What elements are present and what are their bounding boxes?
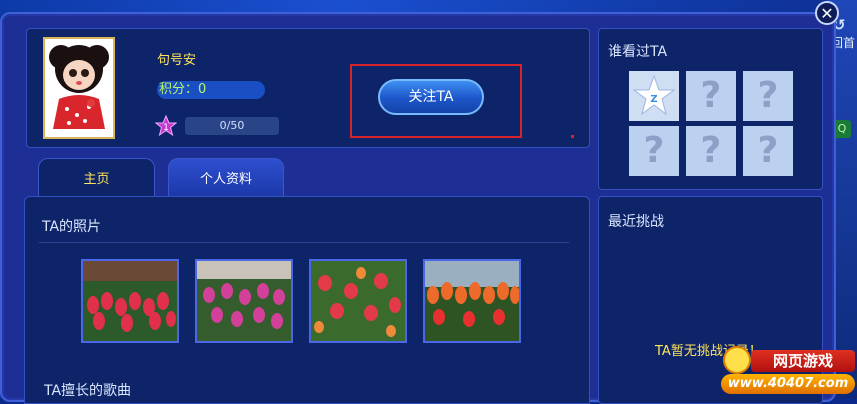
- level-star-icon: 1: [154, 114, 178, 137]
- user-profile-dialog: 句号安 积分：0 1 0/50 关注TA 主页 个人资料 TA的照片 TA擅长的…: [0, 12, 836, 404]
- profile-panel: 句号安 积分：0 1 0/50 关注TA: [26, 28, 590, 148]
- photo-thumbnail-4[interactable]: [423, 259, 521, 343]
- watermark-site-name: 网页游戏: [751, 350, 855, 372]
- viewers-title: 谁看过TA: [608, 44, 668, 60]
- exp-progress-bar: 0/50: [185, 117, 279, 135]
- viewer-unknown-slot: ?: [686, 126, 736, 176]
- home-content-panel: TA的照片 TA擅长的歌曲: [24, 196, 590, 404]
- follow-button[interactable]: 关注TA: [378, 79, 484, 115]
- viewer-unknown-slot: ?: [743, 126, 793, 176]
- score-badge: 积分：0: [157, 81, 265, 99]
- follow-highlight-frame: 关注TA: [350, 64, 522, 138]
- viewer-unknown-slot: ?: [743, 71, 793, 121]
- avatar: [43, 37, 115, 139]
- section-divider: [39, 242, 569, 243]
- photo-thumbnail-3[interactable]: [309, 259, 407, 343]
- watermark-domain: www.40407.com: [721, 374, 855, 394]
- tab-personal-info[interactable]: 个人资料: [168, 158, 284, 198]
- qzone-star-icon[interactable]: Z: [629, 71, 679, 121]
- photo-thumbnail-2[interactable]: [195, 259, 293, 343]
- viewers-panel: 谁看过TA Z ? ? ? ? ?: [598, 28, 823, 190]
- viewer-unknown-slot: ?: [629, 126, 679, 176]
- viewer-unknown-slot: ?: [686, 71, 736, 121]
- svg-text:Z: Z: [650, 94, 657, 105]
- red-dot: [571, 135, 574, 138]
- photos-section-title: TA的照片: [42, 219, 102, 235]
- close-icon[interactable]: ✕: [815, 1, 839, 25]
- songs-section-title: TA擅长的歌曲: [44, 383, 132, 399]
- watermark-logo: 网页游戏 www.40407.com: [721, 344, 857, 398]
- photo-thumbnail-1[interactable]: [81, 259, 179, 343]
- user-name: 句号安: [157, 53, 197, 68]
- mascot-face-icon: [723, 346, 751, 374]
- recent-challenges-title: 最近挑战: [608, 214, 664, 230]
- level-number: 1: [163, 123, 169, 133]
- doll-avatar-image: [45, 39, 113, 137]
- tab-home[interactable]: 主页: [38, 158, 155, 198]
